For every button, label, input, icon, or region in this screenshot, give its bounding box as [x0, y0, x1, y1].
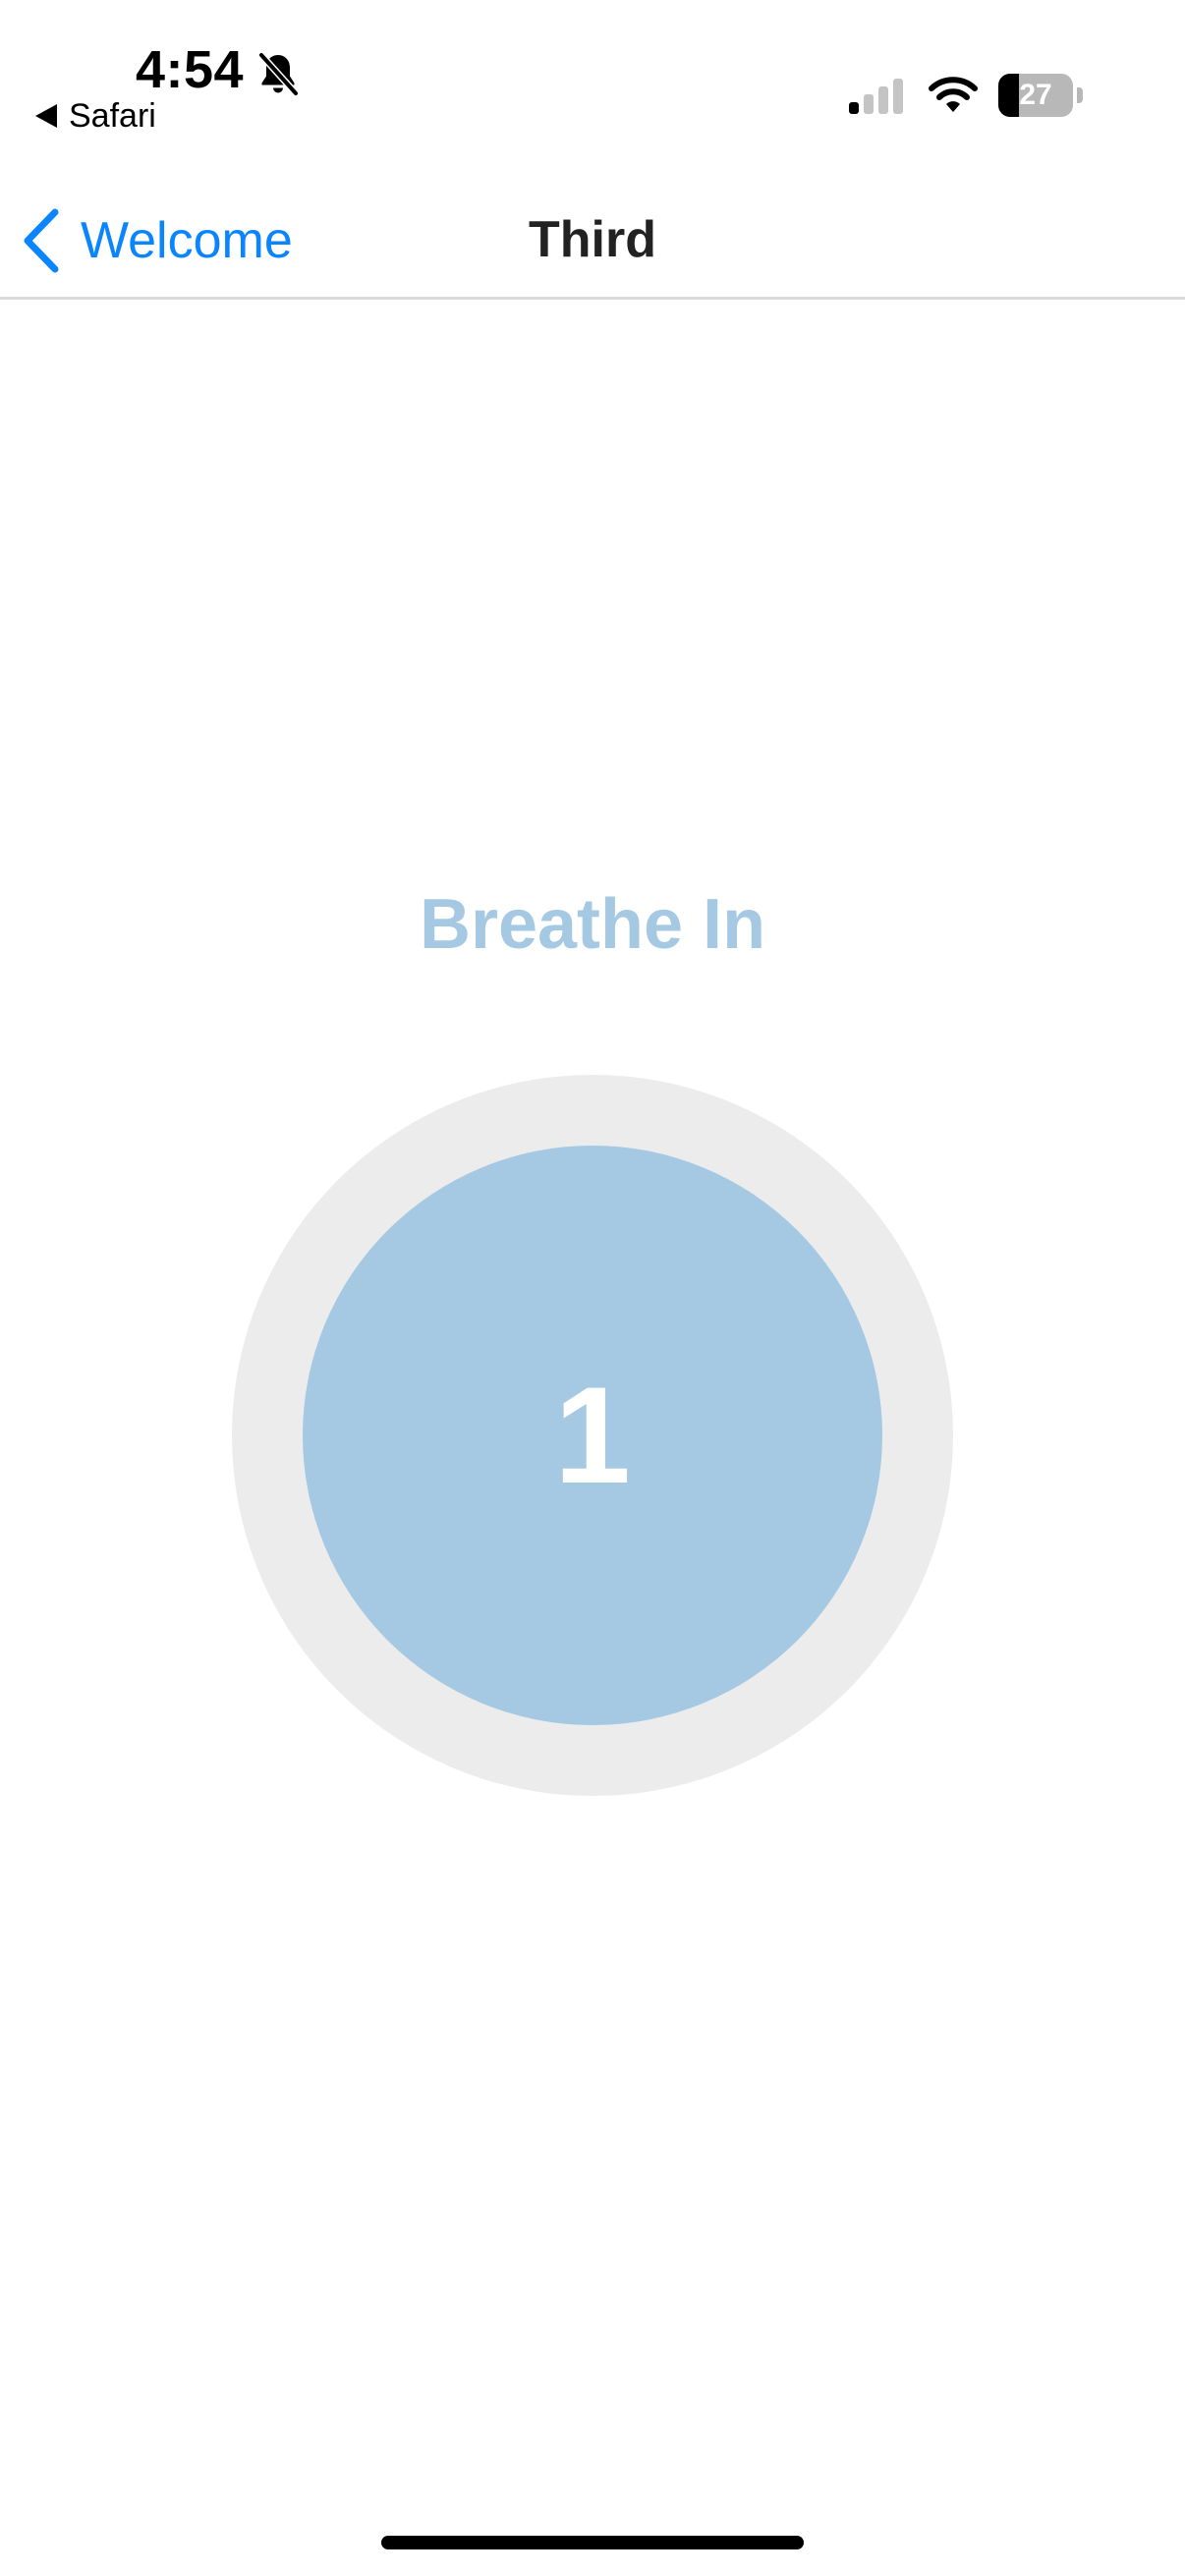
- breathing-phase-label: Breathe In: [419, 885, 766, 964]
- breath-counter: 1: [554, 1358, 631, 1512]
- status-time: 4:54: [136, 40, 245, 99]
- breathing-circle: 1: [303, 1146, 882, 1725]
- cellular-signal-icon: [849, 79, 903, 114]
- back-to-app-button[interactable]: Safari: [35, 94, 156, 138]
- home-indicator[interactable]: [381, 2536, 804, 2549]
- battery-indicator: 27: [998, 74, 1085, 117]
- back-triangle-icon: [35, 104, 57, 128]
- navigation-bar: Welcome Third: [0, 187, 1185, 300]
- bell-slash-icon: [257, 51, 300, 97]
- status-bar: 4:54 Safari 27: [0, 0, 1185, 157]
- page-title: Third: [529, 211, 656, 268]
- battery-level: 27: [1019, 79, 1052, 111]
- breathing-outer-ring: 1: [232, 1075, 953, 1796]
- wifi-icon: [929, 77, 978, 112]
- back-app-label: Safari: [69, 96, 156, 135]
